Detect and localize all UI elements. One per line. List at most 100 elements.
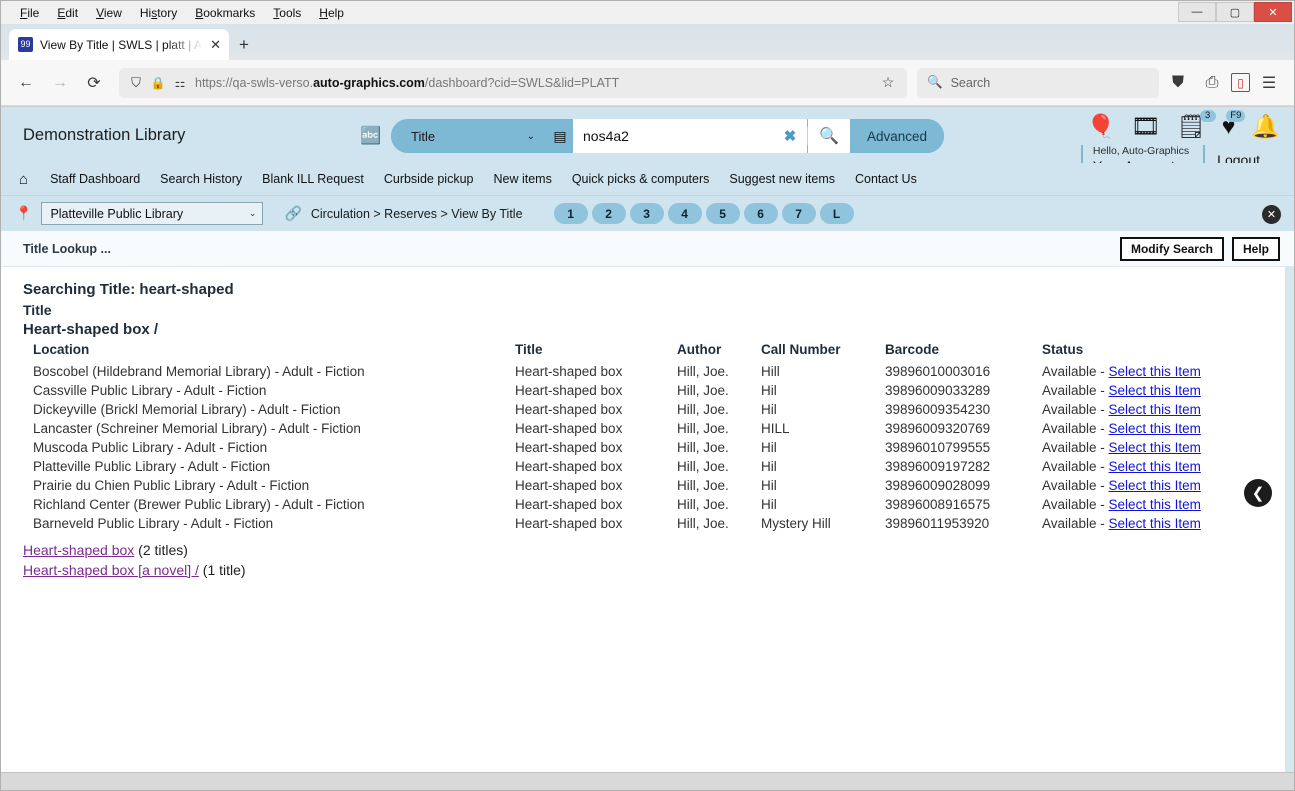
menu-view[interactable]: View (87, 4, 131, 22)
search-submit-icon[interactable]: 🔍 (808, 119, 850, 153)
select-this-item-link[interactable]: Select this Item (1109, 364, 1201, 379)
search-input[interactable]: nos4a2 (573, 119, 773, 153)
nav-quick-picks[interactable]: Quick picks & computers (562, 172, 720, 186)
browser-menu-icon[interactable]: ☰ (1254, 68, 1284, 98)
nav-new-items[interactable]: New items (483, 172, 561, 186)
extension-shield-icon[interactable]: ▯ (1231, 73, 1250, 92)
nav-blank-ill-request[interactable]: Blank ILL Request (252, 172, 374, 186)
nav-search-history[interactable]: Search History (150, 172, 252, 186)
cell-call-number: Hil (761, 440, 777, 455)
status-text: Available - (1042, 497, 1109, 512)
page-pill-l[interactable]: L (819, 203, 854, 224)
clear-search-icon[interactable]: ✖ (773, 119, 807, 153)
cell-barcode: 39896009197282 (885, 459, 991, 474)
select-this-item-link[interactable]: Select this Item (1109, 478, 1201, 493)
header-call-number: Call Number (761, 342, 841, 357)
home-icon[interactable]: ⌂ (19, 171, 28, 188)
cell-author: Hill, Joe. (677, 516, 729, 531)
location-pin-icon: 📍 (15, 205, 33, 221)
back-overlay-button[interactable]: ❮ (1244, 479, 1272, 507)
translate-icon[interactable]: 🔤 (359, 123, 383, 149)
cell-title: Heart-shaped box (515, 402, 623, 417)
film-search-icon[interactable]: 🎞 (1131, 115, 1160, 138)
tab-close-icon[interactable]: ✕ (210, 37, 221, 53)
menu-help[interactable]: Help (310, 4, 353, 22)
shield-icon: ⛉ (131, 74, 141, 90)
help-button[interactable]: Help (1231, 236, 1280, 261)
select-this-item-link[interactable]: Select this Item (1109, 421, 1201, 436)
bookmark-star-icon[interactable]: ☆ (878, 68, 898, 98)
reload-icon[interactable]: ⟳ (79, 68, 109, 98)
primary-nav: ⌂ Staff Dashboard Search History Blank I… (1, 163, 1294, 199)
library-brand: Demonstration Library (23, 125, 186, 144)
related-title-link[interactable]: Heart-shaped box (23, 542, 134, 558)
select-this-item-link[interactable]: Select this Item (1109, 497, 1201, 512)
close-icon[interactable]: ✕ (1262, 205, 1281, 224)
url-bar[interactable]: ⛉ 🔒 ⚏ https://qa-swls-verso.auto-graphic… (119, 67, 907, 98)
pocket-icon[interactable]: ⛊ (1163, 68, 1193, 98)
advanced-search-button[interactable]: Advanced (850, 119, 945, 153)
status-text: Available - (1042, 402, 1109, 417)
page-pill-6[interactable]: 6 (743, 203, 778, 224)
menu-edit[interactable]: Edit (48, 4, 87, 22)
browser-search-bar[interactable]: 🔍 Search (917, 67, 1159, 98)
bell-icon[interactable]: 🔔 (1251, 115, 1280, 138)
cell-status: Available - Select this Item (1042, 362, 1274, 381)
menu-file[interactable]: FFileile (11, 4, 48, 22)
menu-history[interactable]: History (131, 4, 186, 22)
link-icon[interactable]: 🔗 (284, 205, 301, 222)
cell-call-number: Hill (761, 364, 780, 379)
page-pill-1[interactable]: 1 (553, 203, 588, 224)
menu-bookmarks[interactable]: Bookmarks (186, 4, 264, 22)
context-bar: 📍 Platteville Public Library ⌄ 🔗 Circula… (1, 195, 1294, 231)
page-pill-3[interactable]: 3 (629, 203, 664, 224)
page-scrollbar[interactable] (1285, 267, 1294, 772)
select-this-item-link[interactable]: Select this Item (1109, 383, 1201, 398)
minimize-button[interactable]: — (1178, 2, 1216, 22)
cell-barcode: 39896011953920 (885, 516, 990, 531)
forward-icon[interactable]: → (45, 68, 75, 98)
database-icon[interactable]: ▤ (547, 119, 573, 153)
nav-staff-dashboard[interactable]: Staff Dashboard (40, 172, 150, 186)
results-content: Searching Title: heart-shaped Title Hear… (1, 267, 1294, 772)
nav-curbside-pickup[interactable]: Curbside pickup (374, 172, 484, 186)
related-title-link[interactable]: Heart-shaped box [a novel] / (23, 562, 199, 578)
print-icon[interactable]: ⎙ (1197, 68, 1227, 98)
related-title-count: (1 title) (198, 562, 246, 578)
page-pill-5[interactable]: 5 (705, 203, 740, 224)
breadcrumb: Circulation > Reserves > View By Title (310, 206, 523, 221)
select-this-item-link[interactable]: Select this Item (1109, 516, 1201, 531)
close-window-button[interactable]: ✕ (1254, 2, 1292, 22)
cell-location: Prairie du Chien Public Library - Adult … (33, 478, 310, 493)
balloon-icon[interactable]: 🎈 (1087, 115, 1116, 138)
nav-suggest-new-items[interactable]: Suggest new items (719, 172, 845, 186)
menu-tools[interactable]: Tools (264, 4, 310, 22)
page-pill-2[interactable]: 2 (591, 203, 626, 224)
cell-title: Heart-shaped box (515, 478, 623, 493)
cell-author: Hill, Joe. (677, 383, 729, 398)
heart-icon[interactable]: ♥ F9 (1222, 110, 1246, 138)
select-this-item-link[interactable]: Select this Item (1109, 440, 1201, 455)
library-select[interactable]: Platteville Public Library ⌄ (41, 202, 264, 225)
status-text: Available - (1042, 478, 1109, 493)
modify-search-button[interactable]: Modify Search (1119, 236, 1224, 261)
select-this-item-link[interactable]: Select this Item (1109, 459, 1201, 474)
tab-favicon-icon: 99 (18, 37, 33, 52)
library-select-value: Platteville Public Library (50, 206, 184, 221)
header-status: Status (1042, 342, 1084, 357)
new-tab-button[interactable]: + (229, 29, 259, 60)
page-pill-4[interactable]: 4 (667, 203, 702, 224)
header-location: Location (33, 342, 90, 357)
list-icon[interactable]: 🗒 3 (1177, 110, 1216, 138)
related-title-count: (2 titles) (134, 542, 188, 558)
back-icon[interactable]: ← (11, 68, 41, 98)
page-pill-7[interactable]: 7 (781, 203, 816, 224)
browser-window: FFileile Edit View History Bookmarks Too… (0, 0, 1295, 791)
search-scope-select[interactable]: Title ⌄ (391, 119, 547, 153)
select-this-item-link[interactable]: Select this Item (1109, 402, 1201, 417)
browser-tab[interactable]: 99 View By Title | SWLS | platt | Aut ✕ (9, 29, 229, 60)
cell-title: Heart-shaped box (515, 516, 623, 531)
status-text: Available - (1042, 421, 1109, 436)
nav-contact-us[interactable]: Contact Us (845, 172, 927, 186)
maximize-button[interactable]: ▢ (1216, 2, 1254, 22)
